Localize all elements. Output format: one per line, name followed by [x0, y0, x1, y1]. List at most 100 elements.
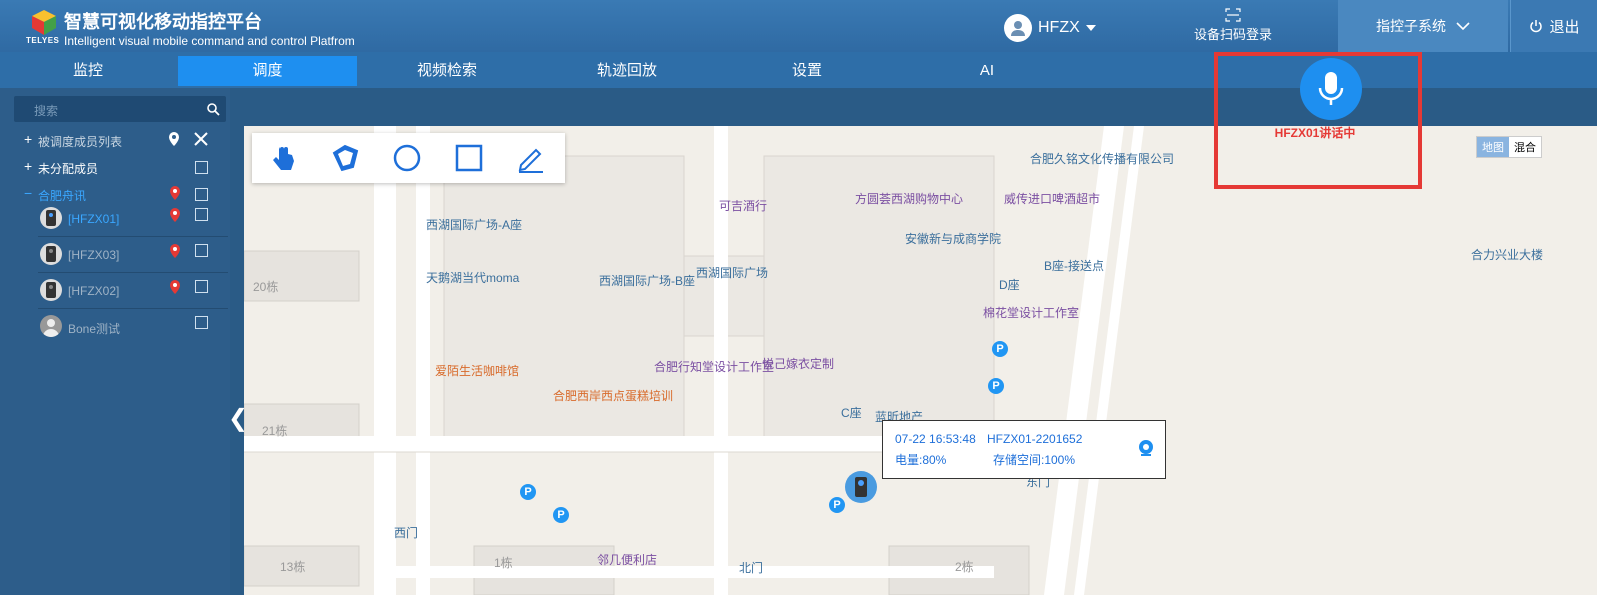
close-icon[interactable]	[194, 132, 208, 146]
polygon-tool-button[interactable]	[314, 133, 376, 183]
map-label[interactable]: 合力兴业大楼	[1471, 246, 1543, 263]
map-label[interactable]: 安徽新与成商学院	[905, 230, 1001, 247]
logout-button[interactable]: 退出	[1510, 0, 1597, 52]
search-placeholder: 搜索	[34, 104, 59, 118]
map-label: 1栋	[494, 556, 513, 570]
map-label[interactable]: 西湖国际广场-B座	[599, 272, 695, 289]
scan-icon	[1225, 8, 1241, 22]
parking-icon[interactable]: P	[829, 497, 845, 513]
info-battery: 电量:80%	[895, 453, 947, 467]
member-row[interactable]: Bone测试	[38, 310, 228, 344]
tab-ai[interactable]: AI	[897, 56, 1077, 86]
map-label[interactable]: 西湖国际广场-A座	[426, 216, 522, 233]
scan-login-button[interactable]: 设备扫码登录	[1188, 8, 1278, 43]
scan-login-label: 设备扫码登录	[1193, 27, 1272, 42]
select-tool-button[interactable]	[252, 133, 314, 183]
subsystem-dropdown[interactable]: 指控子系统	[1338, 0, 1508, 52]
camera-icon[interactable]	[1137, 439, 1155, 457]
tab-track-playback[interactable]: 轨迹回放	[537, 56, 717, 86]
map-label[interactable]: 合肥西岸西点蛋糕培训	[553, 387, 673, 404]
tab-dispatch[interactable]: 调度	[178, 56, 357, 86]
info-device-id: HFZX01-2201652	[987, 432, 1083, 446]
logout-label: 退出	[1549, 18, 1580, 36]
circle-icon	[393, 144, 421, 172]
polygon-icon	[332, 144, 359, 172]
unassigned-row[interactable]: + 未分配成员	[0, 153, 230, 181]
ptt-status-label: HFZX01讲话中	[1274, 126, 1356, 140]
map-label[interactable]: 天鹅湖当代moma	[426, 269, 519, 286]
map-label[interactable]: 可吉酒行	[719, 197, 767, 214]
subsystem-label: 指控子系统	[1376, 18, 1446, 34]
map-label[interactable]: 方圆荟西湖购物中心	[855, 190, 963, 207]
map-type-hybrid-button[interactable]: 混合	[1509, 137, 1541, 157]
group-checkbox[interactable]	[195, 188, 208, 201]
dispatched-list-label: 被调度成员列表	[38, 135, 123, 149]
member-name: [HFZX02]	[68, 284, 120, 298]
map-label[interactable]: 棉花堂设计工作室	[983, 304, 1079, 321]
collapse-icon[interactable]: −	[24, 185, 32, 201]
location-icon[interactable]	[169, 186, 181, 200]
member-checkbox[interactable]	[195, 244, 208, 257]
pencil-icon	[518, 148, 543, 173]
tab-video-search[interactable]: 视频检索	[357, 56, 537, 86]
map-label: 21栋	[262, 424, 288, 438]
parking-icon[interactable]: P	[520, 484, 536, 500]
map-label[interactable]: 爱陌生活咖啡馆	[435, 362, 519, 379]
chevron-down-icon	[1456, 21, 1470, 30]
map-label[interactable]: 合肥行知堂设计工作室	[654, 358, 774, 375]
dispatched-list-row[interactable]: + 被调度成员列表	[0, 126, 230, 154]
collapse-sidebar-button[interactable]: ❮	[228, 405, 248, 433]
info-time: 07-22 16:53:48	[895, 432, 976, 446]
map-label[interactable]: C座	[841, 404, 862, 421]
unassigned-label: 未分配成员	[38, 162, 99, 176]
username: HFZX	[1038, 19, 1080, 36]
search-icon[interactable]	[206, 102, 220, 116]
device-avatar	[40, 207, 62, 229]
member-checkbox[interactable]	[195, 280, 208, 293]
map-label[interactable]: B座-接送点	[1044, 257, 1104, 274]
device-info-window[interactable]: 07-22 16:53:48 HFZX01-2201652 电量:80% 存储空…	[882, 420, 1166, 479]
parking-icon[interactable]: P	[992, 341, 1008, 357]
chevron-down-icon	[1085, 25, 1096, 31]
map-canvas[interactable]: 西湖国际广场-A座 天鹅湖当代moma 西湖国际广场-B座 西湖国际广场 可吉酒…	[244, 126, 1597, 595]
member-row[interactable]: [HFZX02]	[38, 274, 228, 309]
expand-icon[interactable]: +	[24, 158, 32, 174]
top-bar: TELYES 智慧可视化移动指控平台 Intelligent visual mo…	[0, 0, 1597, 52]
tab-settings[interactable]: 设置	[717, 56, 897, 86]
unassigned-checkbox[interactable]	[195, 161, 208, 174]
map-label: 13栋	[280, 560, 306, 574]
user-icon	[1004, 14, 1032, 42]
microphone-button[interactable]	[1300, 58, 1362, 120]
map-label[interactable]: 西湖国际广场	[696, 264, 768, 281]
parking-icon[interactable]: P	[988, 378, 1004, 394]
member-row[interactable]: [HFZX03]	[38, 238, 228, 273]
expand-icon[interactable]: +	[24, 131, 32, 147]
map-label[interactable]: 西门	[394, 524, 418, 541]
app-title: 智慧可视化移动指控平台	[64, 12, 262, 32]
map-label[interactable]: 威传进口啤酒超市	[1004, 190, 1100, 207]
map-label[interactable]: 合肥久铭文化传播有限公司	[1030, 150, 1174, 167]
member-checkbox[interactable]	[195, 208, 208, 221]
member-name: Bone测试	[68, 322, 121, 336]
parking-icon[interactable]: P	[553, 507, 569, 523]
logo-icon	[32, 10, 56, 35]
member-checkbox[interactable]	[195, 316, 208, 329]
device-marker[interactable]	[845, 471, 877, 503]
location-icon[interactable]	[169, 244, 181, 258]
device-avatar	[40, 279, 62, 301]
map-label[interactable]: 邻几便利店	[597, 551, 657, 568]
draw-toolbar	[252, 133, 565, 183]
search-input[interactable]: 搜索	[14, 96, 226, 122]
circle-tool-button[interactable]	[376, 133, 438, 183]
member-row[interactable]: [HFZX01]	[38, 202, 228, 237]
map-type-map-button[interactable]: 地图	[1477, 137, 1509, 157]
user-menu[interactable]: HFZX	[1004, 14, 1096, 42]
map-label[interactable]: D座	[999, 276, 1020, 293]
map-label[interactable]: 北门	[739, 559, 763, 576]
location-icon[interactable]	[169, 208, 181, 222]
location-icon[interactable]	[168, 132, 180, 146]
pen-tool-button[interactable]	[500, 133, 562, 183]
location-icon[interactable]	[169, 280, 181, 294]
tab-monitor[interactable]: 监控	[0, 56, 176, 86]
rectangle-tool-button[interactable]	[438, 133, 500, 183]
